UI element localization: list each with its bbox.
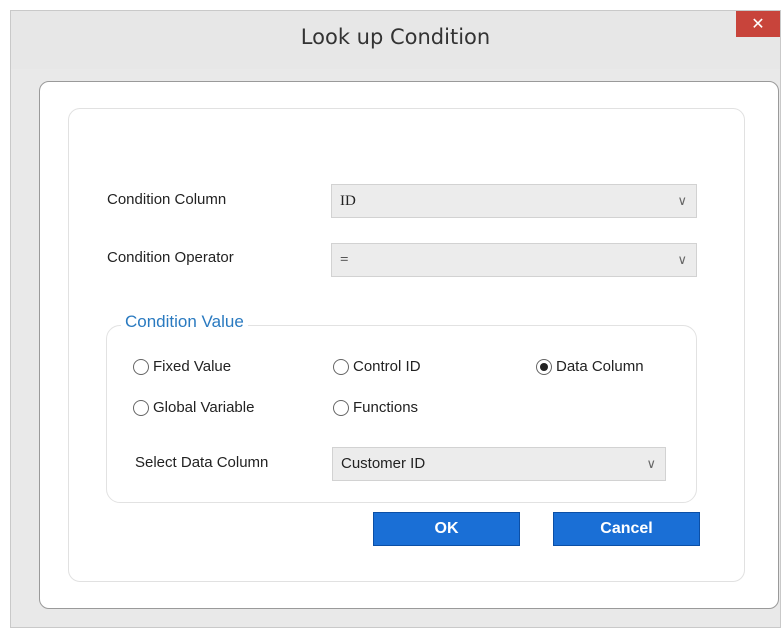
select-data-column-value: Customer ID (341, 455, 426, 472)
radio-data-column[interactable]: Data Column (536, 358, 644, 375)
condition-value-legend: Condition Value (121, 312, 248, 332)
radio-selected-icon (536, 358, 552, 375)
select-data-column-label: Select Data Column (135, 454, 269, 471)
condition-operator-label: Condition Operator (107, 249, 234, 266)
chevron-down-icon: ∨ (677, 252, 687, 267)
radio-circle-icon (133, 358, 149, 375)
close-button[interactable]: ✕ (736, 11, 780, 37)
condition-value-group: Condition Value Fixed Value Control ID D… (106, 312, 697, 503)
radio-circle-icon (133, 399, 149, 416)
condition-column-label: Condition Column (107, 191, 227, 208)
radio-circle-icon (333, 358, 349, 375)
radio-functions[interactable]: Functions (333, 399, 418, 416)
dialog-client-area: Condition Column ID ∨ Condition Operator… (39, 81, 779, 609)
dialog-window: Look up Condition ✕ Condition Column ID … (10, 10, 781, 628)
dialog-title: Look up Condition (300, 25, 491, 49)
cancel-button[interactable]: Cancel (553, 512, 700, 546)
radio-fixed-value[interactable]: Fixed Value (133, 358, 231, 375)
radio-label: Global Variable (153, 399, 255, 416)
condition-column-value: ID (340, 193, 356, 209)
radio-global-variable[interactable]: Global Variable (133, 399, 254, 416)
form-panel: Condition Column ID ∨ Condition Operator… (68, 108, 745, 582)
chevron-down-icon: ∨ (677, 193, 687, 208)
condition-operator-value: = (340, 252, 349, 268)
title-bar: Look up Condition ✕ (11, 11, 780, 69)
condition-operator-select[interactable]: = ∨ (331, 243, 697, 277)
radio-label: Functions (353, 399, 419, 416)
condition-column-select[interactable]: ID ∨ (331, 184, 697, 218)
radio-label: Fixed Value (153, 358, 232, 375)
ok-button[interactable]: OK (373, 512, 520, 546)
chevron-down-icon: ∨ (646, 456, 656, 471)
radio-label: Data Column (556, 358, 644, 375)
radio-label: Control ID (353, 358, 421, 375)
select-data-column-select[interactable]: Customer ID ∨ (332, 447, 666, 481)
close-icon: ✕ (751, 14, 765, 33)
radio-circle-icon (333, 399, 349, 416)
radio-control-id[interactable]: Control ID (333, 358, 421, 375)
